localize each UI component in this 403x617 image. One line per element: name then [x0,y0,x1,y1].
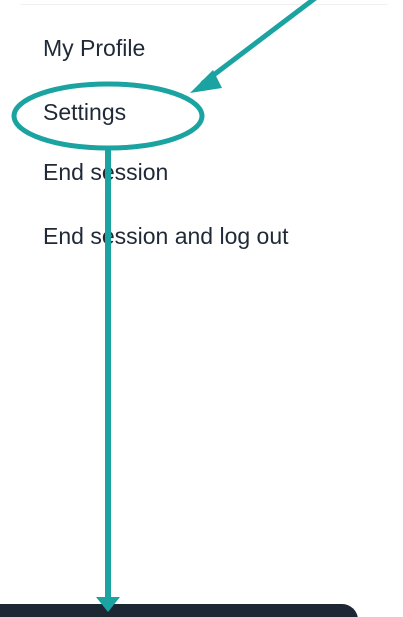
user-menu-panel [20,4,388,611]
menu-item-end-session[interactable]: End session [43,161,168,184]
screenshot-canvas: My Profile Settings End session End sess… [0,0,403,617]
bottom-dark-bar [0,604,358,617]
menu-item-my-profile[interactable]: My Profile [43,37,145,60]
menu-item-settings[interactable]: Settings [43,101,126,124]
menu-item-end-session-and-log-out[interactable]: End session and log out [43,225,289,248]
